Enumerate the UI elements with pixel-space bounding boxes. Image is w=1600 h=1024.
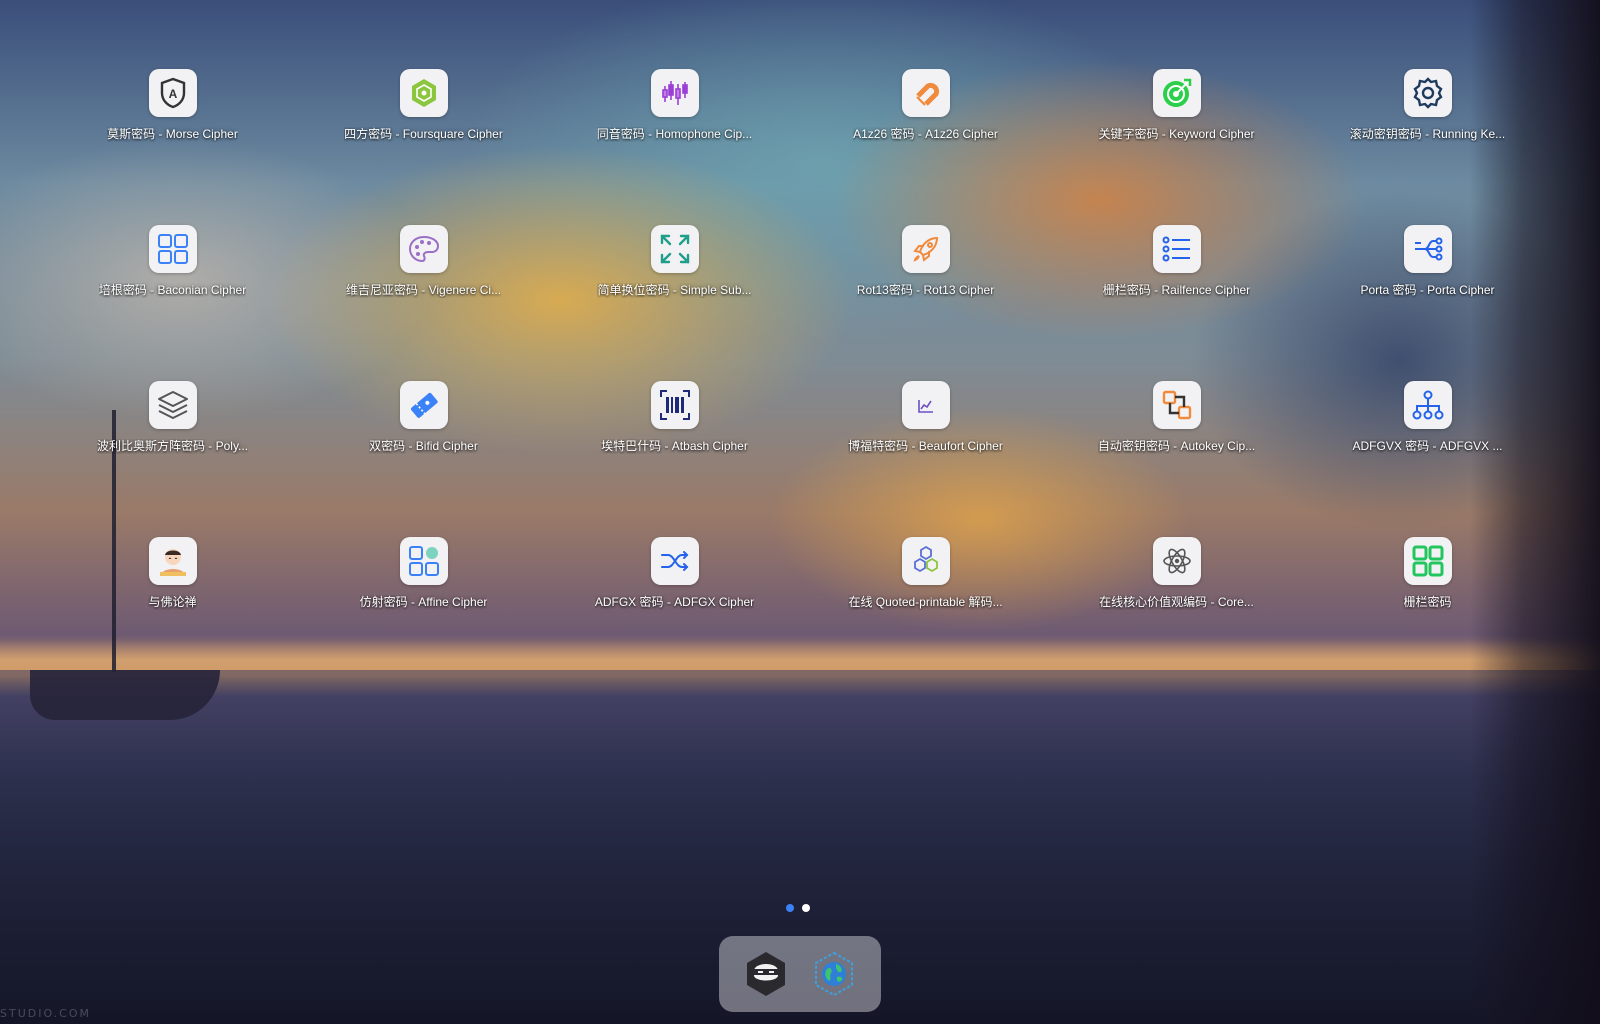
- app-bifid-cipher[interactable]: 双密码 - Bifid Cipher: [298, 381, 549, 491]
- app-label: 双密码 - Bifid Cipher: [369, 439, 478, 453]
- ninja-hex-icon: [747, 952, 785, 996]
- shuffle-icon: [650, 537, 699, 585]
- grid-icon: [148, 225, 197, 273]
- app-simple-substitution-cipher[interactable]: 简单换位密码 - Simple Sub...: [549, 225, 800, 335]
- app-a1z26-cipher[interactable]: A1z26 密码 - A1z26 Cipher: [800, 69, 1051, 179]
- app-label: 四方密码 - Foursquare Cipher: [344, 127, 503, 141]
- app-rot13-cipher[interactable]: Rot13密码 - Rot13 Cipher: [800, 225, 1051, 335]
- hexagons-icon: [901, 537, 950, 585]
- blocks-icon: [399, 537, 448, 585]
- dock-item-globe[interactable]: [809, 949, 859, 999]
- candlestick-icon: [650, 69, 699, 117]
- svg-text:A: A: [168, 87, 177, 101]
- app-label: 培根密码 - Baconian Cipher: [98, 283, 247, 297]
- connect-icon: [1152, 381, 1201, 429]
- barcode-icon: [650, 381, 699, 429]
- app-label: 自动密钥密码 - Autokey Cip...: [1097, 439, 1256, 453]
- ticket-icon: [399, 381, 448, 429]
- app-foursquare-cipher[interactable]: 四方密码 - Foursquare Cipher: [298, 69, 549, 179]
- app-label: 波利比奥斯方阵密码 - Poly...: [96, 439, 249, 453]
- app-keyword-cipher[interactable]: 关键字密码 - Keyword Cipher: [1051, 69, 1302, 179]
- cube-icon: [399, 69, 448, 117]
- app-label: 在线核心价值观编码 - Core...: [1099, 595, 1254, 609]
- app-autokey-cipher[interactable]: 自动密钥密码 - Autokey Cip...: [1051, 381, 1302, 491]
- app-label: 同音密码 - Homophone Cip...: [596, 127, 753, 141]
- expand-icon: [650, 225, 699, 273]
- target-icon: [1152, 69, 1201, 117]
- app-homophone-cipher[interactable]: 同音密码 - Homophone Cip...: [549, 69, 800, 179]
- app-core-values-encoder[interactable]: 在线核心价值观编码 - Core...: [1051, 537, 1302, 647]
- app-label: 维吉尼亚密码 - Vigenere Ci...: [345, 283, 502, 297]
- app-label: 关键字密码 - Keyword Cipher: [1098, 127, 1255, 141]
- app-polybius-cipher[interactable]: 波利比奥斯方阵密码 - Poly...: [47, 381, 298, 491]
- app-adfgvx-cipher[interactable]: ADFGVX 密码 - ADFGVX ...: [1302, 381, 1553, 491]
- app-label: Rot13密码 - Rot13 Cipher: [856, 283, 995, 297]
- palette-icon: [399, 225, 448, 273]
- app-morse-cipher[interactable]: A 莫斯密码 - Morse Cipher: [47, 69, 298, 179]
- app-label: 仿射密码 - Affine Cipher: [359, 595, 488, 609]
- circuit-icon: [1403, 225, 1452, 273]
- chart-icon: [901, 381, 950, 429]
- app-label: A1z26 密码 - A1z26 Cipher: [853, 127, 998, 141]
- app-railfence-cipher-2[interactable]: 栅栏密码: [1302, 537, 1553, 647]
- app-label: 栅栏密码 - Railfence Cipher: [1102, 283, 1251, 297]
- app-quoted-printable-decoder[interactable]: 在线 Quoted-printable 解码...: [800, 537, 1051, 647]
- layers-icon: [148, 381, 197, 429]
- app-label: 栅栏密码: [1403, 595, 1452, 609]
- app-adfgx-cipher[interactable]: ADFGX 密码 - ADFGX Cipher: [549, 537, 800, 647]
- atom-icon: [1152, 537, 1201, 585]
- list-icon: [1152, 225, 1201, 273]
- app-vigenere-cipher[interactable]: 维吉尼亚密码 - Vigenere Ci...: [298, 225, 549, 335]
- app-label: 滚动密钥密码 - Running Ke...: [1349, 127, 1506, 141]
- page-indicator: [786, 904, 810, 912]
- app-beaufort-cipher[interactable]: 博福特密码 - Beaufort Cipher: [800, 381, 1051, 491]
- app-label: 简单换位密码 - Simple Sub...: [597, 283, 752, 297]
- gear-icon: [1403, 69, 1452, 117]
- app-label: 博福特密码 - Beaufort Cipher: [848, 439, 1003, 453]
- app-affine-cipher[interactable]: 仿射密码 - Affine Cipher: [298, 537, 549, 647]
- app-baconian-cipher[interactable]: 培根密码 - Baconian Cipher: [47, 225, 298, 335]
- hierarchy-icon: [1403, 381, 1452, 429]
- app-atbash-cipher[interactable]: 埃特巴什码 - Atbash Cipher: [549, 381, 800, 491]
- app-railfence-cipher[interactable]: 栅栏密码 - Railfence Cipher: [1051, 225, 1302, 335]
- watermark: STUDIO.COM: [0, 1007, 92, 1020]
- globe-cube-icon: [815, 951, 853, 997]
- four-squares-icon: [1403, 537, 1452, 585]
- page-dot-2[interactable]: [802, 904, 810, 912]
- rocket-icon: [901, 225, 950, 273]
- app-buddha-talk[interactable]: 与佛论禅: [47, 537, 298, 647]
- app-label: 莫斯密码 - Morse Cipher: [107, 127, 238, 141]
- app-grid: A 莫斯密码 - Morse Cipher 四方密码 - Foursquare …: [0, 0, 1600, 900]
- app-label: 埃特巴什码 - Atbash Cipher: [601, 439, 748, 453]
- magnet-icon: [901, 69, 950, 117]
- shield-a-icon: A: [148, 69, 197, 117]
- app-running-key-cipher[interactable]: 滚动密钥密码 - Running Ke...: [1302, 69, 1553, 179]
- app-label: 与佛论禅: [148, 595, 197, 609]
- app-label: 在线 Quoted-printable 解码...: [848, 595, 1003, 609]
- monk-icon: [148, 537, 197, 585]
- app-porta-cipher[interactable]: Porta 密码 - Porta Cipher: [1302, 225, 1553, 335]
- app-label: ADFGVX 密码 - ADFGVX ...: [1352, 439, 1503, 453]
- app-label: ADFGX 密码 - ADFGX Cipher: [594, 595, 755, 609]
- page-dot-1[interactable]: [786, 904, 794, 912]
- dock: [719, 936, 881, 1012]
- app-label: Porta 密码 - Porta Cipher: [1360, 283, 1495, 297]
- dock-item-ninja[interactable]: [741, 949, 791, 999]
